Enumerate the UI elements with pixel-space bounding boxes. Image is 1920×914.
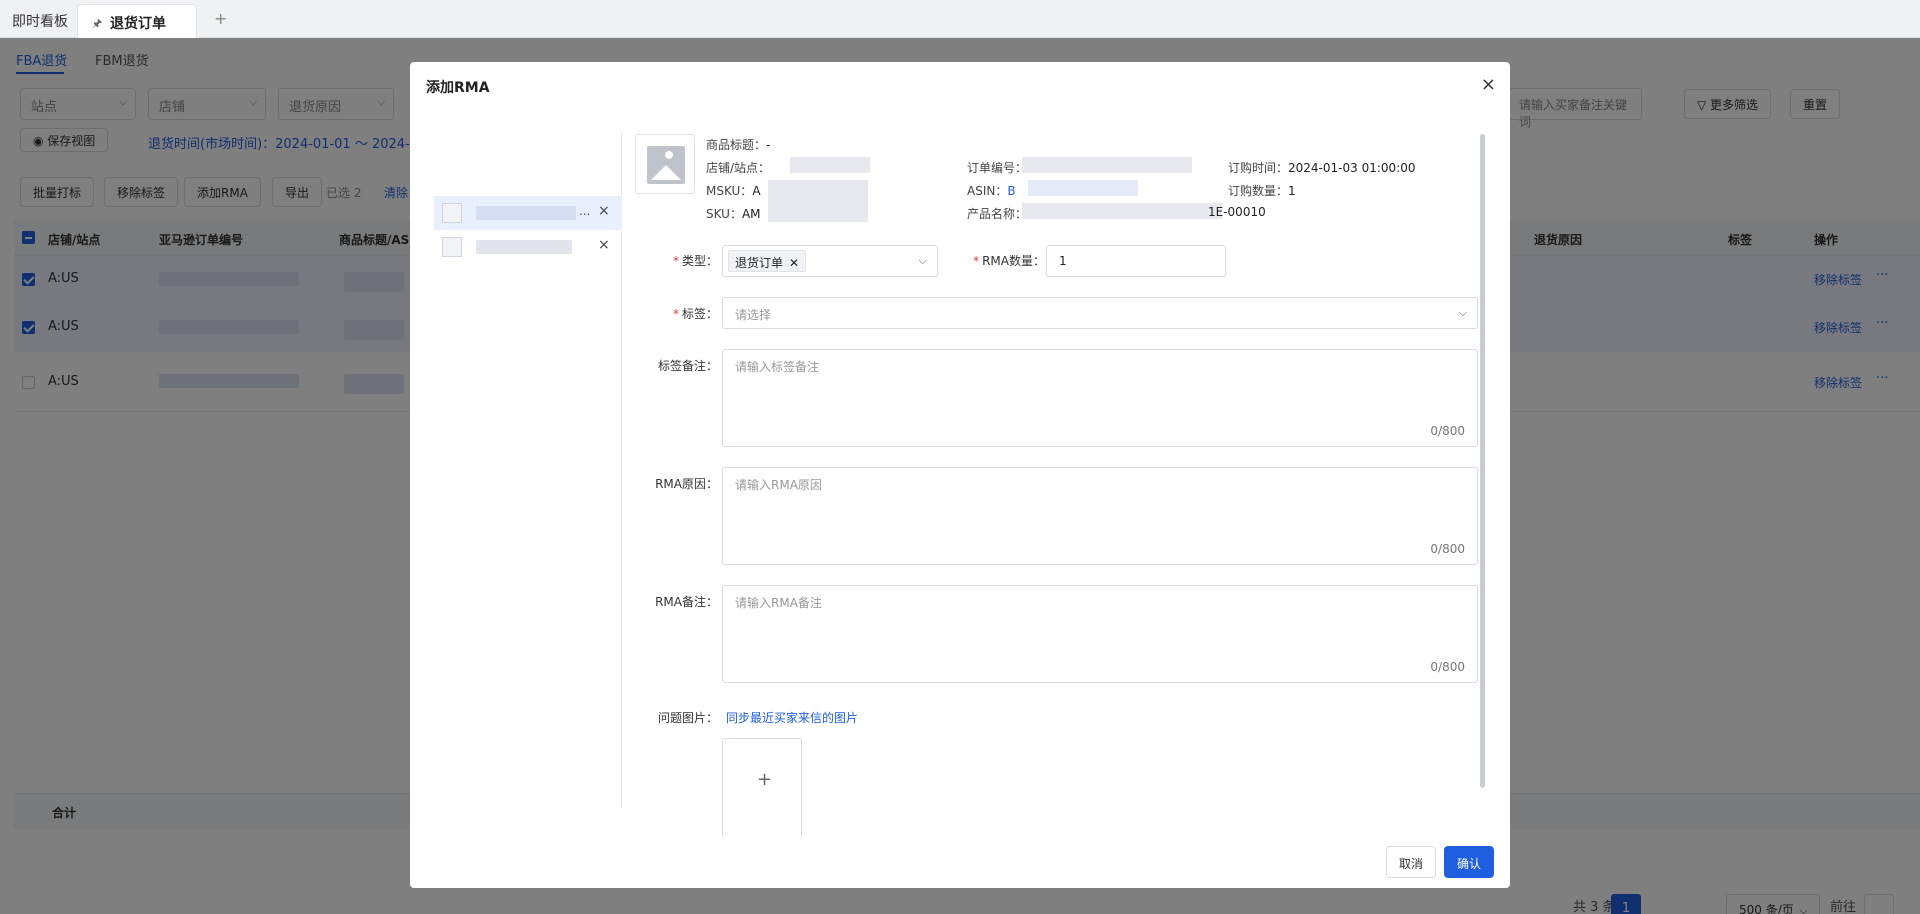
type-chip: 退货订单 ✕ [728,250,807,272]
order-item[interactable]: ... × [434,196,622,230]
add-tab-icon[interactable]: + [214,9,227,28]
rma-note-label: RMA备注： [655,595,718,609]
sync-buyer-images-link[interactable]: 同步最近买家来信的图片 [726,709,858,726]
close-icon[interactable]: × [1481,74,1496,95]
problem-image-label: 问题图片： [657,711,718,725]
rma-reason-label: RMA原因： [655,477,718,491]
remove-item-icon[interactable]: × [598,237,610,253]
chevron-down-icon: ⌵ [918,254,927,267]
msku-info: MSKU：A [706,184,761,198]
order-item-label [476,240,572,254]
rma-note-textarea[interactable]: 请输入RMA备注 0/800 [722,585,1478,683]
product-name-info: 产品名称： [967,207,1028,221]
product-image-placeholder [635,134,695,194]
tab-dashboard[interactable]: 即时看板 [12,11,68,31]
image-upload[interactable]: + [722,738,802,838]
rma-reason-textarea[interactable]: 请输入RMA原因 0/800 [722,467,1478,565]
order-item-list: ... × × [434,132,622,808]
add-rma-dialog: 添加RMA × ... × × 商品标题：- 店铺/站点： MSKU：A SKU… [410,62,1510,888]
type-select[interactable]: 退货订单 ✕ ⌵ [722,245,938,277]
char-counter: 0/800 [1430,542,1465,556]
dialog-title: 添加RMA [426,80,490,96]
type-label: * 类型： [672,254,718,268]
scrollbar[interactable] [1480,134,1485,788]
product-title-info: 商品标题：- [706,138,771,152]
rma-qty-input[interactable]: 1 [1046,245,1226,277]
tag-label: * 标签： [672,307,718,321]
order-qty-info: 订购数量：1 [1228,184,1296,198]
tag-select[interactable]: 请选择 ⌵ [722,297,1478,329]
char-counter: 0/800 [1430,424,1465,438]
remove-item-icon[interactable]: × [598,203,610,219]
order-item[interactable]: × [434,230,622,264]
chip-close-icon[interactable]: ✕ [789,256,799,270]
plus-icon: + [757,769,773,790]
chevron-down-icon: ⌵ [1458,306,1467,319]
store-info: 店铺/站点： [706,161,771,175]
product-name-suffix: 1E-00010 [1208,205,1266,219]
sku-info: SKU：AM [706,207,761,221]
tag-note-label: 标签备注： [657,359,718,373]
pin-icon[interactable]: 🖈 [92,15,102,34]
order-no-info: 订单编号： [967,161,1028,175]
tab-return-orders-label: 退货订单 [110,16,166,32]
cancel-button[interactable]: 取消 [1386,846,1437,878]
confirm-button[interactable]: 确认 [1444,846,1495,878]
tab-return-orders[interactable]: 🖈 退货订单 [77,4,197,38]
char-counter: 0/800 [1430,660,1465,674]
product-thumbnail [442,203,462,223]
tag-note-textarea[interactable]: 请输入标签备注 0/800 [722,349,1478,447]
ellipsis: ... [579,204,591,218]
rma-qty-label: * RMA数量： [973,254,1045,268]
order-time-info: 订购时间：2024-01-03 01:00:00 [1228,161,1416,175]
asin-info: ASIN：B [967,184,1016,198]
top-tab-bar: 即时看板 🖈 退货订单 + [0,0,1920,38]
order-item-label [476,206,576,220]
product-thumbnail [442,237,462,257]
